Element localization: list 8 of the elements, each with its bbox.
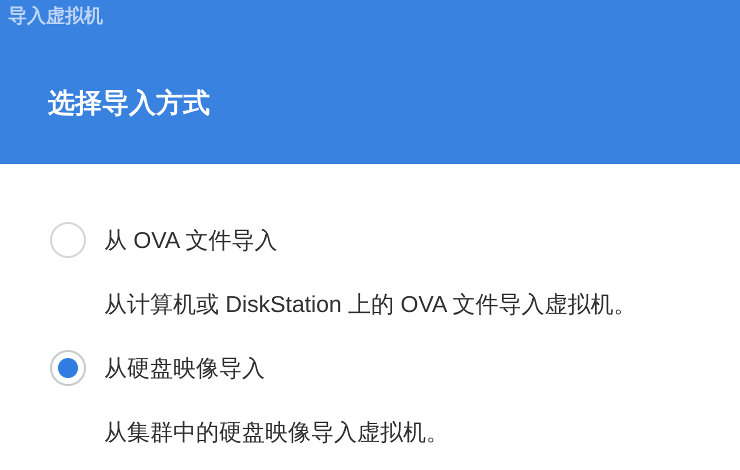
option-description: 从集群中的硬盘映像导入虚拟机。 (104, 418, 450, 447)
option-label[interactable]: 从 OVA 文件导入 (104, 225, 278, 255)
dialog-heading: 选择导入方式 (48, 87, 211, 120)
option-description: 从计算机或 DiskStation 上的 OVA 文件导入虚拟机。 (104, 290, 638, 319)
option-label[interactable]: 从硬盘映像导入 (104, 353, 265, 383)
radio-button[interactable] (50, 350, 86, 386)
radio-button[interactable] (50, 222, 86, 258)
window-title: 导入虚拟机 (8, 4, 104, 29)
